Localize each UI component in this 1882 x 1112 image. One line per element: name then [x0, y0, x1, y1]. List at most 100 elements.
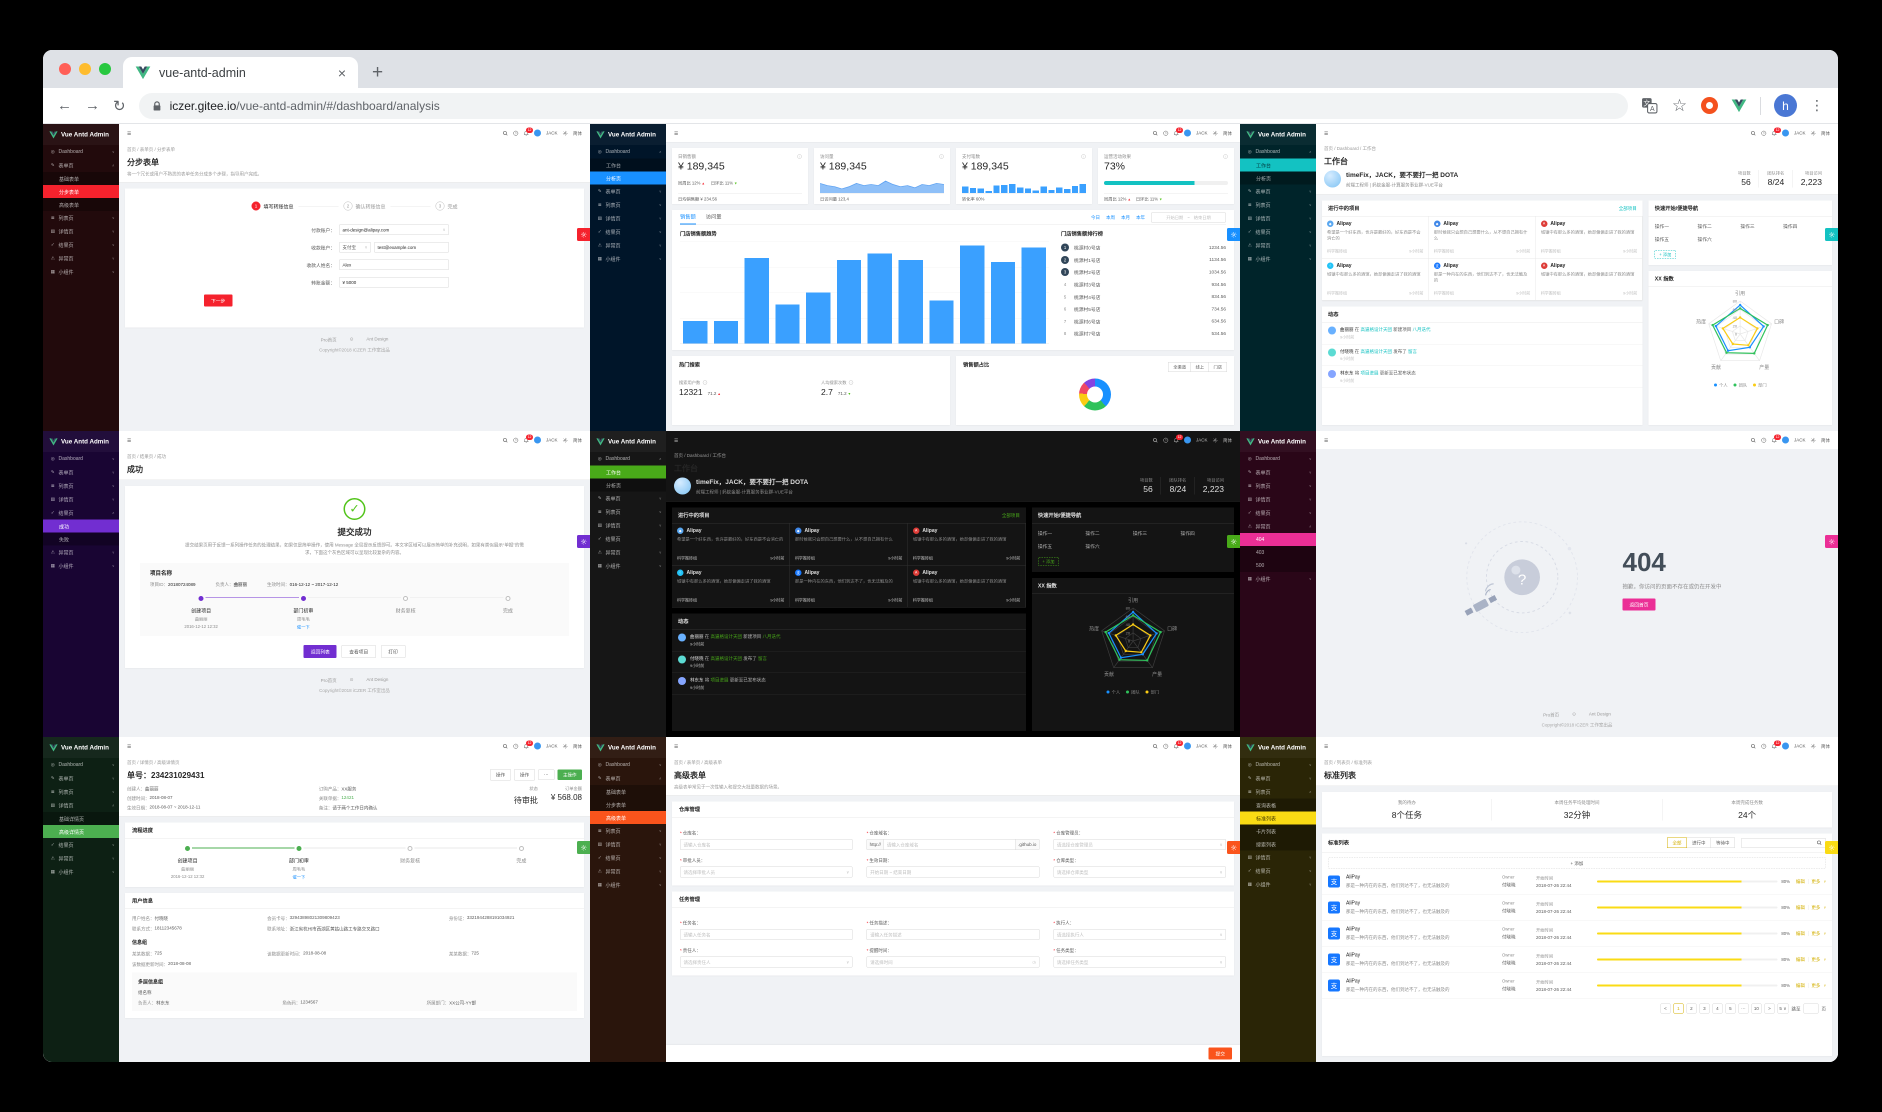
help-icon[interactable]	[1163, 437, 1169, 443]
page-size-select[interactable]: 5 ∨	[1777, 1003, 1789, 1014]
language-switch[interactable]: 简体	[1821, 743, 1830, 750]
list-row[interactable]: 支 AliPay 那是一种内在的东西，他们到达不了，也无法触及的 Owner 付晓晓…	[1322, 869, 1832, 895]
quick-link[interactable]: 操作六	[1085, 543, 1133, 550]
info-icon[interactable]	[849, 380, 854, 385]
menu-fold-icon[interactable]: ≡	[674, 436, 678, 444]
channel-button[interactable]: 线上	[1190, 361, 1209, 372]
edit-link[interactable]: 编辑	[1796, 904, 1805, 911]
menu-item[interactable]: ✓ 结果页 ∨	[43, 838, 119, 852]
gear-icon[interactable]	[562, 130, 568, 136]
menu-item[interactable]: ≣ 列表页 ∧	[1240, 785, 1316, 799]
range-link[interactable]: 今日	[1091, 214, 1100, 221]
project-group-link[interactable]: 科学搬砖组	[1434, 249, 1454, 255]
project-group-link[interactable]: 科学搬砖组	[1434, 291, 1454, 297]
page-button[interactable]: 2	[1686, 1003, 1697, 1014]
list-row[interactable]: 支 AliPay 那是一种内在的东西，他们到达不了，也无法触及的 Owner 付晓晓…	[1322, 947, 1832, 973]
menu-item[interactable]: ▦ 小组件 ∨	[43, 559, 119, 573]
form-input[interactable]: 请输入任务描述	[866, 929, 1040, 940]
menu-item[interactable]: ◎ Dashboard ∨	[43, 145, 119, 159]
quick-link[interactable]: 操作三	[1740, 223, 1783, 230]
username[interactable]: JACK	[1196, 131, 1208, 136]
username[interactable]: JACK	[1794, 744, 1806, 749]
prev-page-button[interactable]: <	[1660, 1003, 1671, 1014]
footer-link[interactable]: Pro首页	[321, 677, 337, 684]
tab-visits[interactable]: 访问量	[706, 210, 722, 225]
notification-bell[interactable]: 12	[1771, 740, 1781, 749]
menu-item[interactable]: ◎ Dashboard ∨	[1240, 452, 1316, 466]
help-icon[interactable]	[1761, 130, 1767, 136]
notification-bell[interactable]: 12	[1173, 434, 1183, 443]
quick-link[interactable]: 操作一	[1655, 223, 1698, 230]
forward-button[interactable]: →	[85, 97, 100, 114]
list-row[interactable]: 支 AliPay 那是一种内在的东西，他们到达不了，也无法触及的 Owner 付晓晓…	[1322, 895, 1832, 921]
menu-item[interactable]: ▤ 详情页 ∨	[43, 493, 119, 507]
menu-item[interactable]: ▦ 小组件 ∨	[43, 865, 119, 879]
app-logo[interactable]: Vue Antd Admin	[1240, 124, 1316, 145]
filter-running[interactable]: 进行中	[1686, 837, 1711, 848]
menu-kebab-icon[interactable]: ⋮	[1810, 97, 1824, 114]
info-icon[interactable]	[1223, 154, 1228, 159]
pay-account-select[interactable]: ant-design@alipay.com ∨	[339, 224, 449, 235]
language-switch[interactable]: 简体	[573, 130, 582, 137]
menu-item[interactable]: ✎ 表单页 ∨	[1240, 772, 1316, 786]
menu-item[interactable]: ≣ 列表页 ∨	[590, 198, 666, 212]
menu-item[interactable]: ≣ 列表页 ∨	[1240, 479, 1316, 493]
quick-link[interactable]: 操作二	[1085, 530, 1133, 537]
menu-item[interactable]: ◎ Dashboard ∧	[590, 145, 666, 159]
profile-avatar[interactable]: h	[1774, 94, 1797, 117]
menu-item[interactable]: 查询表格	[1240, 798, 1316, 812]
user-avatar[interactable]	[533, 742, 541, 750]
help-icon[interactable]	[1761, 743, 1767, 749]
notification-bell[interactable]: 12	[523, 127, 533, 136]
theme-setting-button[interactable]	[577, 535, 590, 548]
form-input[interactable]: 请选择仓库类型 ∨	[1053, 866, 1226, 878]
menu-item[interactable]: ✓ 结果页 ∨	[43, 238, 119, 252]
search-icon[interactable]	[502, 130, 508, 136]
menu-item[interactable]: 高级表单	[43, 198, 119, 211]
menu-item[interactable]: 工作台	[1240, 158, 1316, 172]
menu-item[interactable]: ⚠ 异常页 ∨	[43, 546, 119, 560]
username[interactable]: JACK	[546, 131, 558, 136]
footer-link[interactable]: Pro首页	[1543, 712, 1559, 719]
theme-setting-button[interactable]	[1227, 535, 1240, 548]
project-card[interactable]: A Alipay 城镇中有那么多的酒馆，她却偏偏走进了我的酒馆 科学搬砖组 9小时前	[1535, 258, 1643, 301]
maximize-window-button[interactable]	[99, 63, 111, 75]
github-icon[interactable]: ⊙	[350, 677, 354, 684]
language-switch[interactable]: 简体	[1821, 130, 1830, 137]
form-input[interactable]: 请选择时间 ◷	[866, 956, 1040, 968]
add-link-button[interactable]: + 添加	[1037, 557, 1059, 566]
list-row[interactable]: 支 AliPay 那是一种内在的东西，他们到达不了，也无法触及的 Owner 付晓晓…	[1322, 973, 1832, 999]
all-projects-link[interactable]: 全部项目	[1619, 205, 1637, 212]
menu-item[interactable]: ▤ 详情页 ∨	[43, 225, 119, 239]
menu-item[interactable]: 高级表单	[590, 811, 666, 824]
menu-item[interactable]: 分析页	[590, 478, 666, 492]
menu-item[interactable]: ▤ 详情页 ∨	[1240, 212, 1316, 226]
filter-waiting[interactable]: 等待中	[1710, 837, 1735, 848]
menu-item[interactable]: 标准列表	[1240, 811, 1316, 825]
username[interactable]: JACK	[1794, 131, 1806, 136]
menu-item[interactable]: ▦ 小组件 ∨	[1240, 572, 1316, 586]
form-input[interactable]: 请输入任务名	[680, 929, 853, 940]
bookmark-star-icon[interactable]: ☆	[1671, 97, 1688, 114]
page-button[interactable]: 1	[1673, 1003, 1684, 1014]
help-icon[interactable]	[1163, 743, 1169, 749]
language-switch[interactable]: 简体	[1821, 437, 1830, 444]
notification-bell[interactable]: 12	[1173, 127, 1183, 136]
gear-icon[interactable]	[562, 437, 568, 443]
menu-item[interactable]: 工作台	[590, 158, 666, 172]
project-card[interactable]: ◆ Alipay 希望是一个好东西，也许是最好的，好东西是不会消亡的 科学搬砖组 9…	[1322, 216, 1429, 259]
menu-item[interactable]: ◎ Dashboard ∨	[43, 758, 119, 772]
menu-item[interactable]: ✎ 表单页 ∨	[590, 185, 666, 199]
username[interactable]: JACK	[1794, 438, 1806, 443]
language-switch[interactable]: 简体	[1223, 130, 1232, 137]
quick-link[interactable]: 操作五	[1655, 236, 1698, 243]
user-avatar[interactable]	[1183, 129, 1191, 137]
gear-icon[interactable]	[1810, 743, 1816, 749]
theme-setting-button[interactable]	[1227, 841, 1240, 854]
project-card[interactable]: 支 Alipay 那是一种内在的东西，他们到达不了，也无法触及的 科学搬砖组 9小时…	[1428, 258, 1536, 301]
user-avatar[interactable]	[533, 436, 541, 444]
menu-item[interactable]: ✓ 结果页 ∨	[590, 532, 666, 546]
project-group-link[interactable]: 科学搬砖组	[677, 556, 697, 562]
quick-link[interactable]: 操作二	[1698, 223, 1741, 230]
gear-icon[interactable]	[1212, 130, 1218, 136]
